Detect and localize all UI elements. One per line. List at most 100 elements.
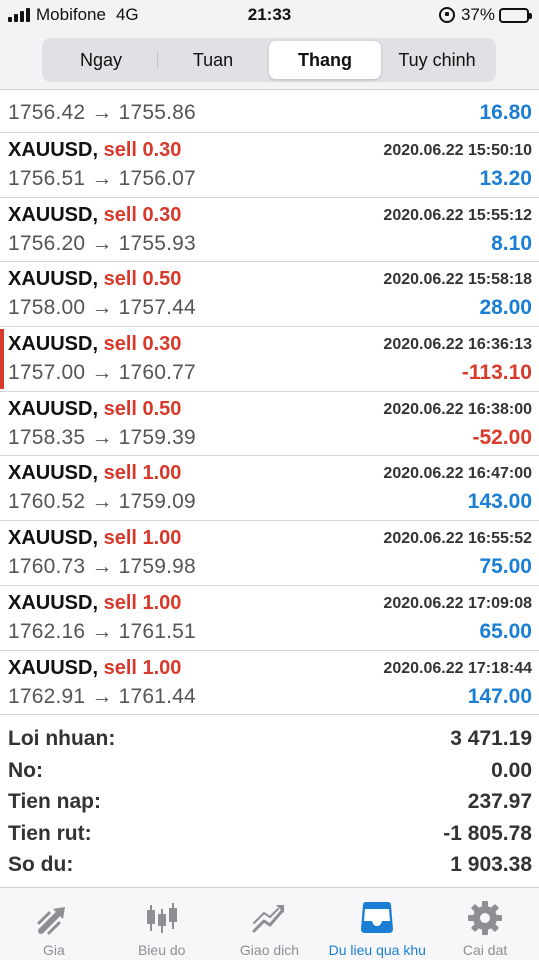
deal-side: sell 0.30	[103, 203, 182, 226]
deal-time: 2020.06.22 17:09:08	[383, 594, 532, 612]
deal-symbol: XAUUSD,	[8, 527, 99, 550]
deal-title: XAUUSD, sell 1.00	[8, 462, 181, 485]
summary-value: 0.00	[491, 758, 532, 782]
deal-time: 2020.06.22 15:50:10	[383, 142, 532, 159]
deal-side: sell 1.00	[103, 462, 182, 485]
deal-prices: 1757.00 → 1760.77	[8, 361, 196, 385]
summary-value: 237.97	[467, 790, 532, 813]
deal-prices: 1756.20 → 1755.93	[8, 231, 196, 255]
candlestick-chart-icon	[142, 898, 182, 938]
deal-prices: 1756.42 → 1755.86	[8, 101, 196, 124]
tab-history-label: Du lieu qua khu	[328, 942, 426, 958]
tab-trade[interactable]: Giao dich	[216, 888, 324, 960]
summary-label: No:	[8, 758, 43, 782]
summary: Loi nhuan: 3 471.19 No: 0.00 Tien nap: 2…	[0, 723, 539, 881]
deal-prices: 1756.51 → 1756.07	[8, 167, 196, 190]
deal-row[interactable]: XAUUSD, sell 1.00 2020.06.22 16:55:52 17…	[0, 521, 539, 586]
deal-profit: -113.10	[461, 361, 532, 385]
trade-chart-icon	[249, 898, 289, 938]
deal-row[interactable]: XAUUSD, sell 0.30 2020.06.22 15:55:12 17…	[0, 198, 539, 263]
period-bar: Ngay Tuan Thang Tuy chinh	[0, 32, 539, 90]
deal-profit: 8.10	[491, 231, 532, 255]
deal-title: XAUUSD, sell 0.30	[8, 333, 181, 356]
deal-row[interactable]: XAUUSD, sell 0.30 2020.06.22 16:36:13 17…	[0, 327, 539, 392]
deal-row[interactable]: XAUUSD, sell 1.00 2020.06.22 16:47:00 17…	[0, 456, 539, 522]
deal-prices: 1758.35 → 1759.39	[8, 425, 196, 449]
tab-quotes-label: Gia	[43, 942, 65, 958]
deal-row[interactable]: XAUUSD, sell 1.00 2020.06.22 17:18:44 17…	[0, 651, 539, 716]
deal-list: 1756.42 → 1755.86 16.80 XAUUSD, sell 0.3…	[0, 91, 539, 716]
deal-title: XAUUSD, sell 0.30	[8, 204, 181, 227]
deal-row[interactable]: XAUUSD, sell 0.30 2020.06.22 15:50:10 17…	[0, 133, 539, 198]
deal-symbol: XAUUSD,	[8, 203, 99, 226]
deal-profit: -52.00	[472, 425, 532, 449]
quotes-arrows-icon	[34, 898, 74, 938]
deal-prices: 1758.00 → 1757.44	[8, 296, 196, 320]
summary-deposit: Tien nap: 237.97	[0, 786, 539, 818]
deal-title: XAUUSD, sell 0.50	[8, 398, 181, 421]
deal-side: sell 0.30	[103, 333, 182, 356]
orientation-lock-icon	[438, 7, 455, 23]
deal-prices: 1762.16 → 1761.51	[8, 619, 196, 643]
deal-profit: 16.80	[479, 101, 532, 124]
deal-profit: 147.00	[467, 684, 532, 708]
period-segmented-control: Ngay Tuan Thang Tuy chinh	[42, 38, 496, 82]
status-bar: Mobifone 4G 21:33 37%	[0, 0, 539, 32]
deal-profit: 65.00	[479, 619, 532, 643]
summary-label: Tien rut:	[8, 821, 92, 845]
tab-settings-label: Cai dat	[462, 942, 508, 958]
tab-chart-label: Bieu do	[137, 942, 186, 958]
deal-prices: 1760.73 → 1759.98	[8, 555, 196, 579]
deal-time: 2020.06.22 15:55:12	[383, 206, 532, 224]
deal-time: 2020.06.22 17:18:44	[383, 659, 532, 677]
deal-symbol: XAUUSD,	[8, 139, 99, 161]
deal-time: 2020.06.22 16:36:13	[383, 336, 532, 354]
deal-symbol: XAUUSD,	[8, 591, 99, 614]
summary-label: Loi nhuan:	[8, 727, 116, 750]
deal-side: sell 1.00	[103, 656, 182, 679]
tab-trade-label: Giao dich	[239, 942, 300, 958]
summary-value: 3 471.19	[450, 727, 532, 750]
tab-month[interactable]: Thang	[269, 41, 381, 79]
inbox-history-icon	[357, 898, 397, 938]
deal-row[interactable]: XAUUSD, sell 1.00 2020.06.22 17:09:08 17…	[0, 586, 539, 651]
summary-value: 1 903.38	[450, 853, 532, 876]
deal-side: sell 0.50	[103, 268, 182, 291]
deal-row[interactable]: 1756.42 → 1755.86 16.80	[0, 91, 539, 133]
tab-custom[interactable]: Tuy chinh	[381, 41, 493, 79]
tab-chart[interactable]: Bieu do	[108, 888, 216, 960]
tab-bar: Gia Bieu do Giao dich Du lieu qua khu Ca…	[0, 887, 539, 960]
deal-profit: 13.20	[479, 167, 532, 190]
status-right: 37%	[438, 5, 532, 25]
deal-title: XAUUSD, sell 0.50	[8, 268, 181, 291]
deal-row[interactable]: XAUUSD, sell 0.50 2020.06.22 16:38:00 17…	[0, 392, 539, 457]
tab-quotes[interactable]: Gia	[0, 888, 108, 960]
deal-time: 2020.06.22 16:55:52	[383, 530, 532, 548]
deal-title: XAUUSD, sell 0.30	[8, 139, 181, 162]
deal-time: 2020.06.22 15:58:18	[383, 271, 532, 289]
summary-balance: So du: 1 903.38	[0, 849, 539, 881]
summary-withdrawal: Tien rut: -1 805.78	[0, 818, 539, 850]
deal-time: 2020.06.22 16:47:00	[383, 465, 532, 483]
deal-row[interactable]: XAUUSD, sell 0.50 2020.06.22 15:58:18 17…	[0, 262, 539, 328]
gear-icon	[465, 898, 505, 938]
deal-title: XAUUSD, sell 1.00	[8, 592, 181, 615]
tab-settings[interactable]: Cai dat	[431, 888, 539, 960]
deal-symbol: XAUUSD,	[8, 397, 99, 420]
deal-prices: 1760.52 → 1759.09	[8, 490, 196, 514]
tab-week[interactable]: Tuan	[157, 41, 269, 79]
tab-day[interactable]: Ngay	[45, 41, 157, 79]
deal-time: 2020.06.22 16:38:00	[383, 400, 532, 418]
deal-title: XAUUSD, sell 1.00	[8, 657, 181, 680]
summary-label: So du:	[8, 853, 74, 876]
summary-credit: No: 0.00	[0, 755, 539, 787]
deal-profit: 75.00	[479, 555, 532, 579]
deal-symbol: XAUUSD,	[8, 462, 99, 485]
summary-value: -1 805.78	[443, 821, 532, 845]
deal-symbol: XAUUSD,	[8, 268, 99, 291]
deal-prices: 1762.91 → 1761.44	[8, 684, 196, 708]
summary-profit: Loi nhuan: 3 471.19	[0, 723, 539, 755]
tab-history[interactable]: Du lieu qua khu	[323, 888, 431, 960]
deal-side: sell 1.00	[103, 591, 182, 614]
deal-side: sell 1.00	[103, 527, 182, 550]
